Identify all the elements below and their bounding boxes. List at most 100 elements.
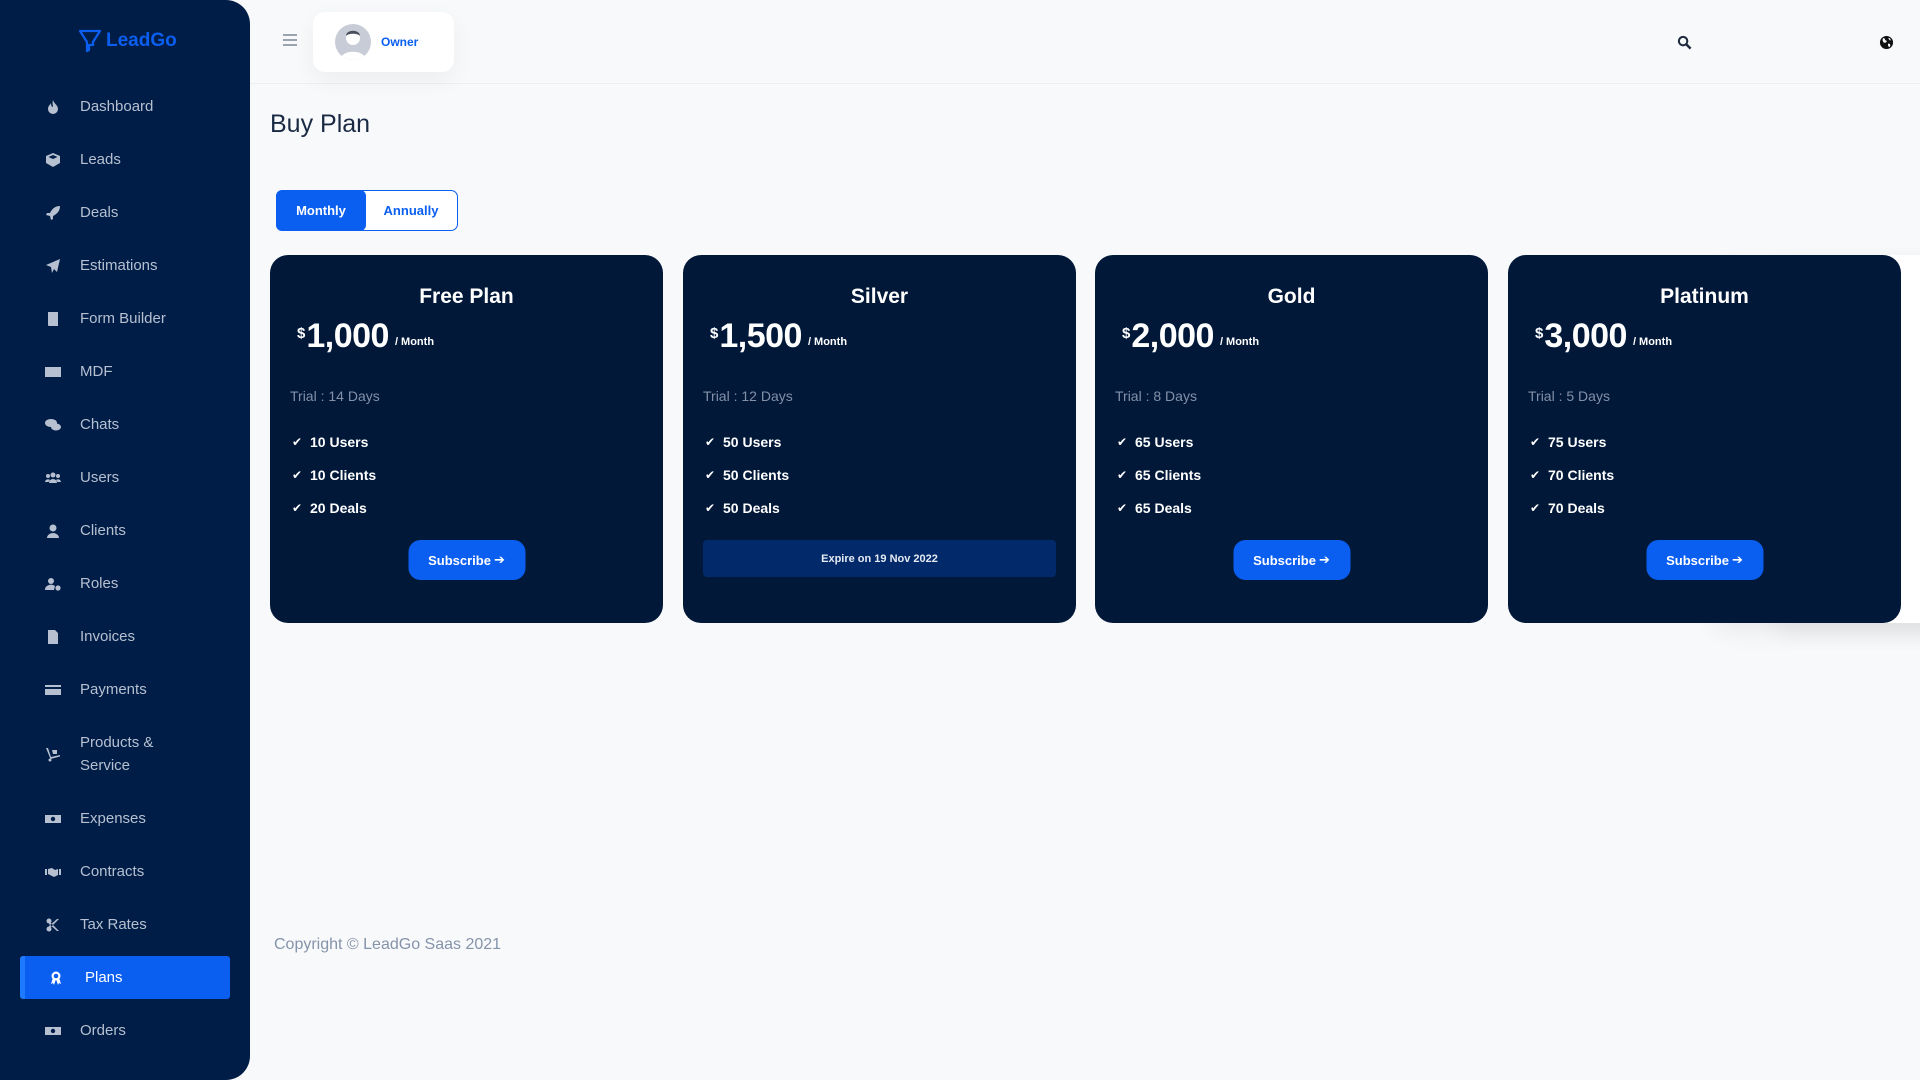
cube-icon <box>46 152 60 167</box>
arrow-right-icon: ➔ <box>1318 552 1330 567</box>
page-title: Buy Plan <box>270 110 371 138</box>
money-bill-icon <box>45 814 61 823</box>
sidebar-item-contracts[interactable]: Contracts <box>20 845 230 898</box>
feature-text: 10 Users <box>310 433 369 450</box>
price-period: / Month <box>1219 336 1260 348</box>
price-amount: 2,000 <box>1131 317 1214 355</box>
rocket-icon <box>46 205 60 220</box>
sidebar-item-estimations[interactable]: Estimations <box>20 239 230 292</box>
menu-toggle-icon[interactable] <box>283 34 297 46</box>
price-period: / Month <box>807 336 848 348</box>
sidebar-item-deals[interactable]: Deals <box>20 186 230 239</box>
sidebar-item-label: Plans <box>85 969 123 986</box>
subscribe-button[interactable]: Subscribe ➔ <box>1233 540 1350 580</box>
sidebar-item-dashboard[interactable]: Dashboard <box>20 80 230 133</box>
feature-text: 70 Deals <box>1548 499 1605 516</box>
price-amount: 1,000 <box>306 317 389 355</box>
price-period: / Month <box>394 336 435 348</box>
feature-text: 75 Users <box>1548 433 1607 450</box>
feature-item: ✔ 10 Users <box>292 425 376 458</box>
trial-period: Trial : 12 Days <box>703 388 793 404</box>
feature-item: ✔ 70 Deals <box>1530 491 1614 524</box>
check-icon: ✔ <box>1117 467 1128 482</box>
plan-card-gold: Gold $ 2,000 / Month Trial : 8 Days ✔ 65 … <box>1095 255 1488 623</box>
feature-item: ✔ 70 Clients <box>1530 458 1614 491</box>
sidebar-item-label: Contracts <box>80 863 145 880</box>
fire-icon <box>48 99 58 114</box>
currency-symbol: $ <box>297 325 306 342</box>
sidebar-item-clients[interactable]: Clients <box>20 504 230 557</box>
feature-item: ✔ 65 Deals <box>1117 491 1201 524</box>
feature-text: 65 Clients <box>1135 466 1202 483</box>
sidebar-item-invoices[interactable]: Invoices <box>20 610 230 663</box>
feature-list: ✔ 65 Users ✔ 65 Clients ✔ 65 Deals <box>1117 425 1201 524</box>
sidebar-item-expenses[interactable]: Expenses <box>20 792 230 845</box>
check-icon: ✔ <box>292 500 303 515</box>
arrow-right-icon: ➔ <box>493 552 505 567</box>
sidebar-item-label: Payments <box>80 681 147 698</box>
sidebar-item-payments[interactable]: Payments <box>20 663 230 716</box>
feature-item: ✔ 50 Deals <box>705 491 789 524</box>
trial-period: Trial : 14 Days <box>290 388 380 404</box>
sidebar-item-label: Estimations <box>80 257 158 274</box>
sidebar-item-plans[interactable]: Plans <box>20 956 230 999</box>
feature-text: 50 Clients <box>723 466 790 483</box>
app-logo[interactable]: LeadGo <box>78 28 177 54</box>
feature-list: ✔ 75 Users ✔ 70 Clients ✔ 70 Deals <box>1530 425 1614 524</box>
feature-item: ✔ 50 Clients <box>705 458 789 491</box>
sidebar-item-tax-rates[interactable]: Tax Rates <box>20 898 230 951</box>
subscribe-button[interactable]: Subscribe ➔ <box>1646 540 1763 580</box>
feature-item: ✔ 65 Users <box>1117 425 1201 458</box>
subscribe-label: Subscribe <box>1253 552 1316 568</box>
user-profile-button[interactable]: Owner <box>313 12 454 72</box>
subscribe-button[interactable]: Subscribe ➔ <box>408 540 525 580</box>
sidebar-item-mdf[interactable]: MDF <box>20 345 230 398</box>
plan-price: $ 3,000 / Month <box>1535 317 1672 356</box>
sidebar-item-label: Leads <box>80 151 121 168</box>
arrow-right-icon: ➔ <box>1731 552 1743 567</box>
sidebar-item-label: Tax Rates <box>80 916 147 933</box>
sidebar-item-users[interactable]: Users <box>20 451 230 504</box>
feature-text: 50 Users <box>723 433 782 450</box>
handshake-icon <box>45 867 61 877</box>
sidebar-item-form-builder[interactable]: Form Builder <box>20 292 230 345</box>
plan-card-free: Free Plan $ 1,000 / Month Trial : 14 Day… <box>270 255 663 623</box>
plan-price: $ 2,000 / Month <box>1122 317 1259 356</box>
sidebar-item-label: Clients <box>80 522 126 539</box>
credit-card-icon <box>45 684 61 695</box>
plan-name: Platinum <box>1660 285 1749 308</box>
search-icon <box>1677 35 1691 49</box>
trial-period: Trial : 8 Days <box>1115 388 1197 404</box>
plan-name: Free Plan <box>419 285 514 308</box>
book-icon <box>48 311 58 326</box>
price-amount: 1,500 <box>719 317 802 355</box>
toggle-monthly[interactable]: Monthly <box>276 190 366 231</box>
language-button[interactable] <box>1860 22 1912 62</box>
plan-price: $ 1,500 / Month <box>710 317 847 356</box>
feature-text: 20 Deals <box>310 499 367 516</box>
comments-icon <box>45 418 61 430</box>
sidebar-item-chats[interactable]: Chats <box>20 398 230 451</box>
user-name: Owner <box>381 35 419 49</box>
feature-item: ✔ 20 Deals <box>292 491 376 524</box>
currency-symbol: $ <box>1122 325 1131 342</box>
sidebar-item-roles[interactable]: Roles <box>20 557 230 610</box>
avatar <box>335 24 371 60</box>
search-button[interactable] <box>1658 22 1710 62</box>
sidebar-item-orders[interactable]: Orders <box>20 1004 230 1057</box>
feature-item: ✔ 50 Users <box>705 425 789 458</box>
sidebar-item-leads[interactable]: Leads <box>20 133 230 186</box>
user-icon <box>47 524 59 538</box>
check-icon: ✔ <box>1530 467 1541 482</box>
plan-card-silver: Silver $ 1,500 / Month Trial : 12 Days ✔… <box>683 255 1076 623</box>
toggle-annually[interactable]: Annually <box>365 191 457 230</box>
sidebar-item-label: Products & Service <box>80 734 154 774</box>
sidebar-item-products-service[interactable]: Products & Service <box>20 716 230 792</box>
subscribe-label: Subscribe <box>1666 552 1729 568</box>
sidebar: LeadGo Dashboard Leads Deals Estimations… <box>0 0 250 1080</box>
globe-icon <box>1879 35 1893 49</box>
price-amount: 3,000 <box>1544 317 1627 355</box>
check-icon: ✔ <box>292 467 303 482</box>
user-cog-icon <box>45 577 61 591</box>
top-header: Owner <box>250 0 1920 623</box>
